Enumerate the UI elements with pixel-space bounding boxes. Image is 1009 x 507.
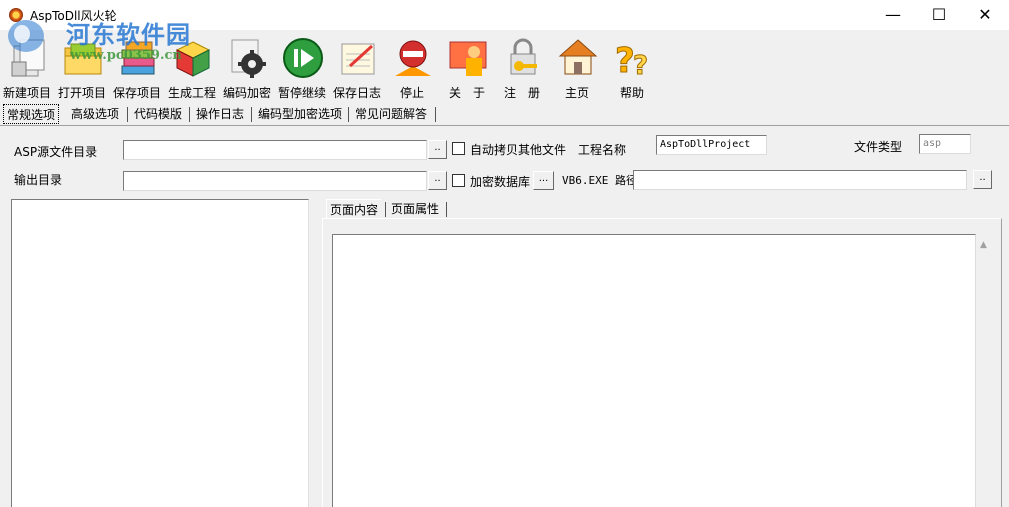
title-bar: AspToDll风火轮 — ☐ ✕ [0,0,1009,30]
tab-page-properties[interactable]: 页面属性 [388,199,442,219]
main-tabs: 常规选项 高级选项 代码模版 操作日志 编码型加密选项 常见问题解答 [0,104,1009,126]
new-project-icon [11,39,45,77]
vb6-path-input[interactable] [633,170,967,190]
tool-label: 新建项目 [2,86,51,100]
app-icon [9,8,23,22]
encrypt-db-browse-button[interactable]: ... [533,171,554,190]
output-dir-browse-button[interactable]: .. [428,171,447,190]
project-name-label: 工程名称 [578,143,627,157]
about-button[interactable]: 关 于 [440,34,494,102]
tab-advanced-options[interactable]: 高级选项 [68,104,122,124]
tool-label: 注 册 [503,86,540,100]
open-folder-icon [64,43,102,75]
tab-separator [385,202,386,217]
tool-label: 暂停继续 [277,86,326,100]
tab-separator [251,107,252,122]
tab-separator [348,107,349,122]
homepage-button[interactable]: 主页 [550,34,604,102]
save-log-button[interactable]: 保存日志 [330,34,384,102]
svg-text:?: ? [633,51,648,80]
tab-separator [189,107,190,122]
tool-label: 主页 [564,86,589,100]
save-project-button[interactable]: 保存项目 [110,34,164,102]
minimize-button[interactable]: — [870,0,916,30]
file-type-input[interactable]: asp [919,134,971,154]
copy-other-files-label: 自动拷贝其他文件 [470,143,567,157]
stop-sign-icon [395,40,431,76]
maximize-button[interactable]: ☐ [916,0,962,30]
tab-operation-log[interactable]: 操作日志 [193,104,247,124]
tab-divider [0,125,1009,126]
tool-label: 编码加密 [222,86,271,100]
svg-text:?: ? [615,41,635,80]
tool-label: 保存日志 [332,86,381,100]
stop-button[interactable]: 停止 [385,34,439,102]
tab-separator [435,107,436,122]
tool-label: 保存项目 [112,86,161,100]
tool-label: 帮助 [619,86,644,100]
register-key-icon [510,38,537,75]
tool-label: 打开项目 [57,86,106,100]
tab-separator [127,107,128,122]
tab-separator [446,202,447,217]
asp-dir-input[interactable] [123,140,427,160]
register-button[interactable]: 注 册 [495,34,549,102]
page-content-editor[interactable] [332,234,976,507]
new-project-button[interactable]: 新建项目 [0,34,54,102]
output-dir-input[interactable] [123,171,427,191]
copy-other-files-checkbox[interactable] [452,142,465,155]
save-books-icon [121,41,155,75]
tab-encoding-encrypt-options[interactable]: 编码型加密选项 [255,104,345,124]
project-name-input[interactable]: AspToDllProject [656,135,767,155]
vertical-scrollbar[interactable]: ▲ [976,234,993,507]
save-log-icon [341,43,375,75]
home-icon [558,39,598,75]
encrypt-db-label: 加密数据库 [470,175,531,189]
tab-page-content[interactable]: 页面内容 [326,199,382,219]
about-person-icon [449,41,487,76]
tool-label: 生成工程 [167,86,216,100]
asp-dir-browse-button[interactable]: .. [428,140,447,159]
output-dir-label: 输出目录 [14,173,63,187]
asp-dir-label: ASP源文件目录 [14,145,98,159]
encode-encrypt-button[interactable]: 编码加密 [220,34,274,102]
file-tree-panel[interactable] [11,199,309,507]
window-title: AspToDll风火轮 [30,9,117,23]
file-type-label: 文件类型 [854,140,903,154]
help-icon: ? ? [615,41,649,81]
tool-label: 关 于 [448,86,485,100]
pause-resume-button[interactable]: 暂停继续 [275,34,329,102]
gear-encrypt-icon [231,39,266,78]
build-cube-icon [175,41,211,77]
help-button[interactable]: ? ? 帮助 [605,34,659,102]
scroll-up-arrow-icon[interactable]: ▲ [980,240,987,250]
vb6-path-label: VB6.EXE 路径 [562,174,637,187]
tab-code-template[interactable]: 代码模版 [131,104,185,124]
toolbar: 新建项目 打开项目 保存项目 生成工程 编码加密 暂停继续 保存日志 停止 关 … [0,30,1009,102]
build-project-button[interactable]: 生成工程 [165,34,219,102]
close-button[interactable]: ✕ [962,0,1008,30]
open-project-button[interactable]: 打开项目 [55,34,109,102]
tab-general-options[interactable]: 常规选项 [3,104,60,124]
tool-label: 停止 [399,86,424,100]
pause-play-icon [283,38,323,78]
tab-faq[interactable]: 常见问题解答 [352,104,430,124]
vb6-path-browse-button[interactable]: .. [973,170,992,189]
encrypt-db-checkbox[interactable] [452,174,465,187]
